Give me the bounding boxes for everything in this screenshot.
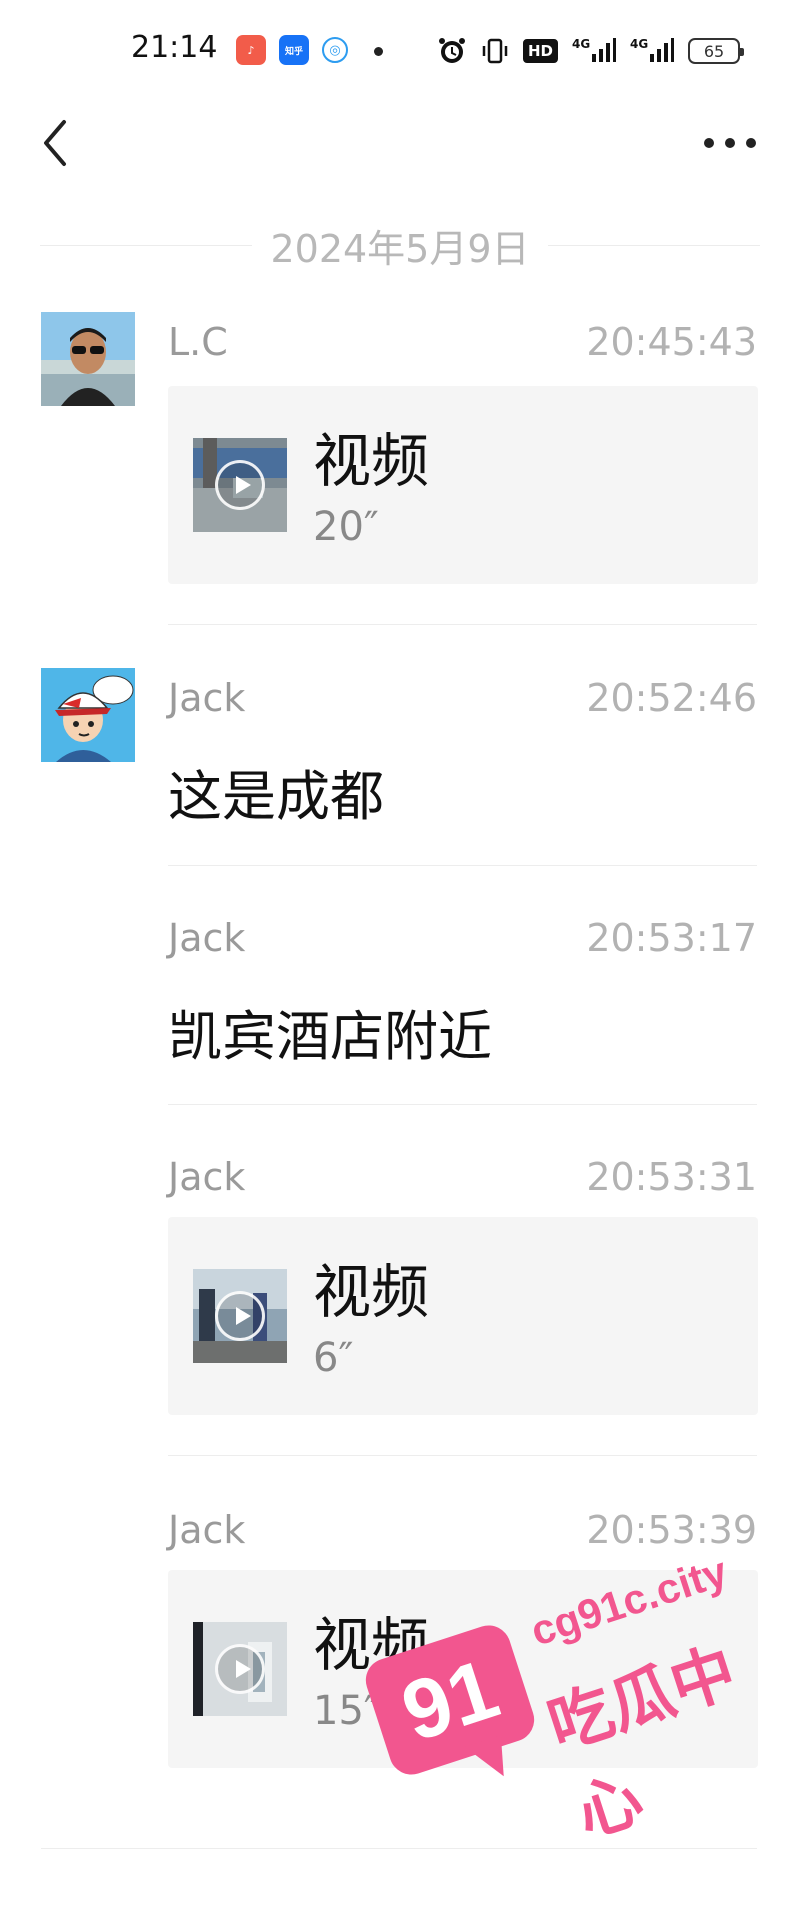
video-duration: 20″ (313, 504, 379, 550)
vibrate-icon (481, 36, 509, 66)
message-item: Jack 20:53:31 视频 6″ (0, 1147, 800, 1459)
message-time: 20:53:39 (586, 1508, 757, 1552)
sender-name: Jack (168, 676, 246, 720)
message-time: 20:52:46 (586, 676, 757, 720)
date-label: 2024年5月9日 (270, 226, 530, 271)
avatar[interactable] (41, 312, 135, 406)
date-separator: 2024年5月9日 (40, 215, 760, 275)
signal-4g-icon-2: 4G (630, 36, 674, 66)
message-time: 20:53:17 (586, 916, 757, 960)
message-item: Jack 20:53:17 凯宾酒店附近 (0, 908, 800, 1108)
message-text[interactable]: 这是成都 (168, 752, 384, 831)
divider (168, 1455, 757, 1456)
play-icon (215, 1291, 265, 1341)
play-icon (215, 460, 265, 510)
video-thumbnail (193, 1622, 287, 1716)
divider (168, 1104, 757, 1105)
video-message[interactable]: 视频 20″ (168, 386, 758, 584)
divider (40, 244, 253, 246)
notification-dot-icon (374, 47, 383, 56)
qq-browser-icon: ◎ (322, 37, 348, 63)
music-app-icon: ♪ (236, 35, 266, 65)
message-item: Jack 20:52:46 这是成都 (0, 668, 800, 868)
sender-name: Jack (168, 916, 246, 960)
message-item: L.C 20:45:43 视频 20″ (0, 312, 800, 625)
more-dots-icon (704, 138, 756, 148)
svg-text:4G: 4G (630, 37, 648, 51)
video-duration: 6″ (313, 1335, 354, 1381)
sender-name: Jack (168, 1155, 246, 1199)
video-thumbnail (193, 1269, 287, 1363)
alarm-icon (437, 36, 467, 66)
nav-bar (0, 100, 800, 190)
divider (168, 624, 757, 625)
zhihu-app-icon: 知乎 (279, 35, 309, 65)
hd-icon: HD (522, 39, 558, 63)
divider (547, 244, 760, 246)
more-button[interactable] (700, 118, 760, 168)
avatar[interactable] (41, 668, 135, 762)
divider (168, 865, 757, 866)
status-time: 21:14 (131, 30, 218, 65)
divider (41, 1848, 757, 1849)
message-time: 20:45:43 (586, 320, 757, 364)
status-bar: 21:14 ♪ 知乎 ◎ HD 4G 4G 65 (0, 0, 800, 100)
signal-4g-icon: 4G (572, 36, 616, 66)
sender-name: L.C (168, 320, 228, 364)
video-message[interactable]: 视频 6″ (168, 1217, 758, 1415)
video-thumbnail (193, 438, 287, 532)
svg-text:4G: 4G (572, 37, 590, 51)
battery-icon: 65 (688, 38, 744, 64)
video-label: 视频 (313, 1258, 430, 1326)
watermark: 91 cg91c.city 吃瓜中心 (360, 1547, 775, 1852)
play-icon (215, 1644, 265, 1694)
message-time: 20:53:31 (586, 1155, 757, 1199)
back-button[interactable] (30, 118, 80, 168)
sender-name: Jack (168, 1508, 246, 1552)
video-label: 视频 (313, 427, 430, 495)
watermark-logo: 91 (360, 1619, 540, 1781)
message-text[interactable]: 凯宾酒店附近 (168, 992, 492, 1071)
chevron-left-icon (44, 120, 66, 166)
